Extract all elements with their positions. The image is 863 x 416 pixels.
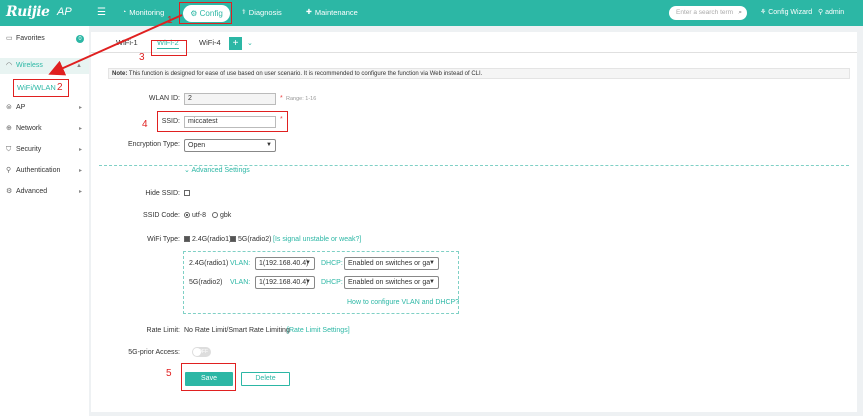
chevron-right-icon: ▸: [78, 147, 82, 153]
user-icon: ⚲: [818, 9, 824, 16]
chevron-double-down-icon: ⌄: [184, 167, 190, 174]
vlan-dhcp-help-link[interactable]: How to configure VLAN and DHCP?: [347, 297, 459, 309]
radio1-label: 2.4G(radio1): [189, 260, 229, 267]
radio1-dhcp-label: DHCP:: [321, 260, 343, 267]
ssid-code-utf8-radio[interactable]: utf-8: [184, 210, 206, 222]
sidebar-item-advanced[interactable]: ⚙ Advanced ▸: [0, 184, 89, 200]
rate-limit-value: No Rate Limit/Smart Rate Limiting: [184, 327, 290, 334]
annotation-number-3: 3: [139, 52, 145, 63]
annotation-number-4: 4: [142, 119, 148, 130]
ssid-code-label: SSID Code:: [143, 212, 180, 219]
ssid-code-gbk-radio[interactable]: gbk: [212, 210, 231, 222]
radio1-dhcp-select[interactable]: Enabled on switches or ga ▼: [344, 257, 439, 270]
chevron-up-icon: ▲: [76, 63, 82, 69]
wifi-icon: ◠: [6, 62, 13, 69]
encryption-type-select[interactable]: Open ▼: [184, 139, 276, 152]
chevron-down-icon: ▼: [429, 260, 435, 266]
search-icon[interactable]: ⌕: [738, 6, 742, 20]
monitor-icon: ◔: [122, 9, 127, 16]
radio1-vlan-select[interactable]: 1(192.168.40.4) ▼: [255, 257, 315, 270]
chevron-down-icon: ▼: [266, 142, 272, 148]
user-auth-icon: ⚲: [6, 167, 12, 174]
annotation-box-5: [181, 363, 236, 391]
diagnosis-icon: ⚕: [242, 9, 246, 16]
rate-limit-label: Rate Limit:: [146, 327, 180, 334]
globe-icon: ⊕: [6, 125, 12, 132]
wifi-type-label: WiFi Type:: [147, 236, 180, 243]
5g-prior-access-toggle[interactable]: OFF: [192, 347, 211, 357]
wifi-tab-bar: WiFi-1 WiFi-2 WiFi-4 + ⌄: [91, 32, 857, 53]
shield-icon: ⛉: [6, 146, 12, 153]
5g-prior-access-label: 5G-prior Access:: [128, 349, 180, 356]
wlan-id-hint: Range: 1-16: [286, 96, 317, 102]
hamburger-menu-icon[interactable]: ☰: [97, 7, 106, 18]
note-banner: Note: This function is designed for ease…: [108, 68, 850, 79]
hide-ssid-label: Hide SSID:: [145, 190, 180, 197]
favorites-count-badge: 0: [76, 35, 84, 43]
radio2-vlan-select[interactable]: 1(192.168.40.4) ▼: [255, 276, 315, 289]
rate-limit-settings-link[interactable]: [Rate Limit Settings]: [287, 325, 350, 337]
annotation-number-1: 1: [167, 15, 173, 26]
advanced-settings-toggle[interactable]: ⌄ Advanced Settings: [184, 166, 250, 176]
wifi-type-24g-checkbox[interactable]: 2.4G(radio1): [184, 234, 231, 246]
encryption-type-label: Encryption Type:: [127, 141, 180, 148]
sidebar-item-security[interactable]: ⛉ Security ▸: [0, 142, 89, 158]
chevron-right-icon: ▸: [78, 189, 82, 195]
wlan-id-label: WLAN ID:: [148, 95, 180, 102]
wlan-id-field[interactable]: 2: [184, 93, 276, 105]
radio2-dhcp-label: DHCP:: [321, 279, 343, 286]
radio2-vlan-label: VLAN:: [230, 279, 251, 286]
config-wizard-link[interactable]: ⚘ Config Wizard: [760, 6, 812, 20]
hide-ssid-checkbox[interactable]: [184, 188, 192, 200]
wand-icon: ⚘: [760, 9, 767, 16]
favorites-icon: ▭: [6, 35, 13, 42]
sidebar-item-favorites[interactable]: ▭ Favorites 0: [0, 31, 89, 47]
top-bar: Ruijie AP ☰ ◔ Monitoring ⚙ Config ⚕ Diagno…: [0, 0, 863, 26]
chevron-down-icon: ▼: [429, 279, 435, 285]
chevron-down-icon: ▼: [305, 260, 311, 266]
ruijie-logo: Ruijie: [6, 4, 50, 20]
annotation-box-1: [179, 2, 232, 24]
nav-monitoring[interactable]: ◔ Monitoring: [122, 6, 164, 20]
sidebar-item-ap[interactable]: ⊜ AP ▸: [0, 100, 89, 116]
tab-wifi-4[interactable]: WiFi-4: [199, 37, 221, 49]
user-menu[interactable]: ⚲ admin: [818, 6, 844, 20]
tab-wifi-1[interactable]: WiFi-1: [116, 37, 138, 49]
annotation-number-2: 2: [57, 82, 63, 93]
search-input[interactable]: Enter a search term ⌕: [669, 6, 747, 20]
wrench-icon: ✚: [306, 9, 312, 16]
radio2-label: 5G(radio2): [189, 279, 223, 286]
sidebar-item-authentication[interactable]: ⚲ Authentication ▸: [0, 163, 89, 179]
advanced-gear-icon: ⚙: [6, 188, 13, 195]
radio1-vlan-label: VLAN:: [230, 260, 251, 267]
chevron-right-icon: ▸: [78, 105, 82, 111]
chevron-down-icon[interactable]: ⌄: [247, 37, 253, 50]
radio2-dhcp-select[interactable]: Enabled on switches or ga ▼: [344, 276, 439, 289]
annotation-number-5: 5: [166, 368, 172, 379]
required-marker: *: [280, 95, 283, 102]
main-panel: WiFi-1 WiFi-2 WiFi-4 + ⌄ Note: This func…: [91, 32, 857, 412]
chevron-down-icon: ▼: [305, 279, 311, 285]
ap-icon: ⊜: [6, 104, 12, 111]
chevron-right-icon: ▸: [78, 168, 82, 174]
delete-button[interactable]: Delete: [241, 372, 290, 386]
sidebar-item-network[interactable]: ⊕ Network ▸: [0, 121, 89, 137]
wifi-type-5g-checkbox[interactable]: 5G(radio2): [230, 234, 271, 246]
signal-help-link[interactable]: [Is signal unstable or weak?]: [273, 234, 361, 246]
add-tab-button[interactable]: +: [229, 37, 242, 50]
nav-maintenance[interactable]: ✚ Maintenance: [306, 6, 358, 20]
sidebar-item-wireless[interactable]: ◠ Wireless ▲: [0, 58, 89, 74]
annotation-box-4: [157, 111, 288, 132]
chevron-right-icon: ▸: [78, 126, 82, 132]
logo-ap-label: AP: [57, 6, 72, 18]
annotation-box-3: [151, 40, 187, 56]
nav-diagnosis[interactable]: ⚕ Diagnosis: [242, 6, 282, 20]
